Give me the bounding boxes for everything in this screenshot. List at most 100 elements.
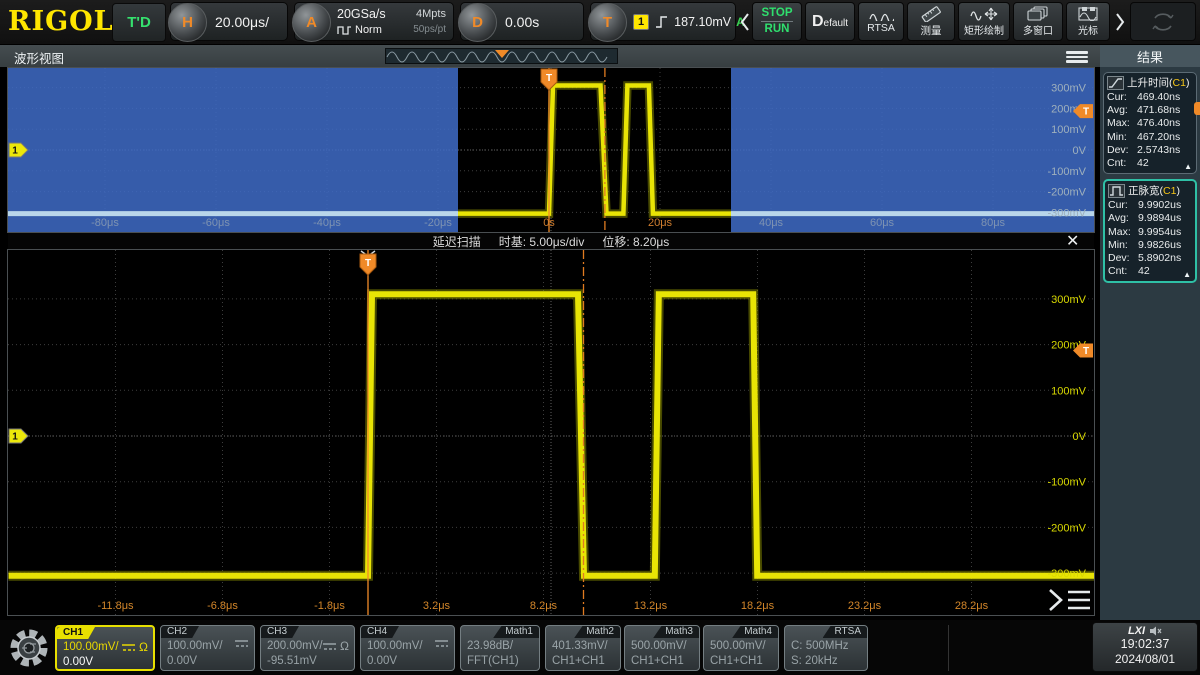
timebase-value: 20.00μs/: [215, 13, 269, 30]
stacked-windows-icon: [1027, 6, 1048, 21]
sample-resolution: 50ps/pt: [413, 24, 446, 35]
toolbar-scroll-right-icon[interactable]: [1114, 11, 1126, 33]
acquire-button[interactable]: A 20GSa/s Norm 4Mpts 50ps/pt: [292, 2, 454, 42]
collapse-card-icon[interactable]: ▲: [1183, 270, 1191, 279]
time-axis-label: 8.2μs: [530, 600, 558, 612]
stop-run-button[interactable]: STOP RUN: [752, 2, 802, 41]
pulse-width-icon: [1108, 183, 1125, 198]
math2-box[interactable]: Math2 401.33mV/ CH1+CH1: [545, 625, 621, 671]
trigger-level-value: 187.10mV: [674, 14, 732, 29]
waveform-view-titlebar: 波形视图: [0, 45, 1100, 67]
math3-source: CH1+CH1: [631, 655, 684, 667]
stop-label: STOP: [761, 7, 793, 19]
ch2-tab: CH2: [161, 626, 200, 638]
channel-box-ch2[interactable]: CH2 100.00mV/ 0.00V: [160, 625, 255, 671]
collapse-card-icon[interactable]: ▲: [1184, 162, 1192, 171]
memory-depth: 4Mpts: [416, 8, 446, 20]
rect-draw-button[interactable]: 矩形绘制: [958, 2, 1010, 41]
multi-window-button[interactable]: 多窗口: [1013, 2, 1063, 41]
measurement-card-rise-time[interactable]: 上升时间(C1) Cur: 469.40ns Avg: 471.68ns Max: 476…: [1103, 72, 1197, 175]
ch4-tab: CH4: [361, 626, 400, 638]
acquire-mode: Norm: [355, 24, 382, 36]
rtsa-box[interactable]: RTSA C: 500MHz S: 20kHz: [784, 625, 868, 671]
svg-text:T: T: [546, 73, 552, 84]
math3-scale: 500.00mV/: [631, 640, 687, 652]
timebase-overview-strip[interactable]: [385, 48, 618, 64]
volt-axis-label: -300mV: [1047, 207, 1086, 219]
ch3-tab: CH3: [261, 626, 300, 638]
measurement-row: Max: 476.40ns: [1107, 117, 1181, 130]
impedance-icon: Ω: [139, 640, 148, 654]
math1-tab: Math1: [493, 626, 539, 638]
measure-button[interactable]: 测量: [907, 2, 955, 41]
time-axis-label: 40μs: [759, 217, 784, 229]
dc-coupling-icon: [122, 643, 136, 651]
svg-text:T: T: [1083, 346, 1089, 357]
svg-text:1: 1: [12, 146, 18, 157]
horizontal-timebase-button[interactable]: H 20.00μs/: [168, 2, 288, 42]
zoom-shade-left[interactable]: [8, 68, 458, 232]
measurement-row: Avg: 471.68ns: [1107, 104, 1181, 117]
measurement-row: Dev: 5.8902ns: [1108, 252, 1182, 265]
time-axis-label: -60μs: [202, 217, 230, 229]
cursor-button[interactable]: 光标: [1066, 2, 1110, 41]
rising-edge-icon: [656, 15, 668, 28]
channel-box-ch3[interactable]: CH3 200.00mV/ Ω -95.51mV: [260, 625, 355, 671]
default-button[interactable]: Default: [805, 2, 855, 41]
trigger-settings-button[interactable]: T 1 187.10mV A: [588, 2, 745, 42]
measurement-row: Cnt: 42: [1108, 265, 1150, 278]
measurement-card-pulse-width[interactable]: 正脉宽(C1) Cur: 9.9902us Avg: 9.9894us Max: 9.99…: [1103, 179, 1197, 284]
run-label: RUN: [761, 21, 793, 37]
rtsa-button[interactable]: RTSA: [858, 2, 904, 41]
math1-scale: 23.98dB/: [467, 640, 514, 652]
system-date: 2024/08/01: [1114, 652, 1176, 666]
close-delayed-sweep-icon[interactable]: ✕: [1066, 231, 1079, 251]
cursor-measure-icon: [1078, 7, 1098, 21]
system-status-box[interactable]: LXI 19:02:37 2024/08/01: [1092, 622, 1198, 672]
main-waveform-window[interactable]: -11.8μs -6.8μs -1.8μs 3.2μs 8.2μs 13.2μs 18.2μ…: [7, 249, 1096, 616]
volt-axis-label: -200mV: [1047, 522, 1086, 534]
circular-arrows-icon: [1152, 12, 1174, 31]
channel-box-ch4[interactable]: CH4 100.00mV/ 0.00V: [360, 625, 455, 671]
horizontal-knob[interactable]: H: [168, 3, 207, 42]
system-time: 19:02:37: [1120, 637, 1170, 651]
math3-box[interactable]: Math3 500.00mV/ CH1+CH1: [624, 625, 700, 671]
volt-axis-label: 0V: [1073, 145, 1087, 157]
rigol-logo: RIGOL: [8, 6, 114, 37]
sample-rate: 20GSa/s: [337, 7, 386, 21]
settings-gear-button[interactable]: [6, 625, 52, 671]
trigger-knob[interactable]: T: [588, 3, 627, 42]
volt-axis-label: 300mV: [1051, 294, 1087, 306]
measurement-row: Cur: 469.40ns: [1107, 91, 1181, 103]
volt-axis-label: -100mV: [1047, 166, 1086, 178]
acquire-knob[interactable]: A: [292, 3, 331, 42]
zoom-shade-right[interactable]: [731, 68, 1094, 232]
volt-axis-label: -300mV: [1047, 568, 1086, 580]
trigger-status-button[interactable]: T'D: [112, 3, 166, 42]
channel-box-ch1[interactable]: CH1 100.00mV/ Ω 0.00V: [55, 625, 155, 671]
main-waveform-plot[interactable]: -11.8μs -6.8μs -1.8μs 3.2μs 8.2μs 13.2μs 18.2μ…: [8, 250, 1096, 615]
math1-box[interactable]: Math1 23.98dB/ FFT(CH1): [460, 625, 540, 671]
time-axis-label: 20μs: [648, 217, 673, 229]
top-toolbar: RIGOL T'D H 20.00μs/ A 20GSa/s Norm 4Mpt…: [0, 0, 1200, 45]
time-axis-label: 60μs: [870, 217, 895, 229]
measurement-row: Max: 9.9954us: [1108, 225, 1182, 238]
delay-knob[interactable]: D: [458, 3, 497, 42]
ch2-offset: 0.00V: [167, 655, 198, 667]
time-axis-label: 18.2μs: [741, 600, 775, 612]
delay-position-button[interactable]: D 0.00s: [458, 2, 584, 42]
view-menu-icon[interactable]: [1066, 49, 1088, 64]
ch4-scale: 100.00mV/: [367, 640, 423, 652]
delayed-sweep-label: 延迟扫描: [432, 234, 481, 249]
ch3-scale: 200.00mV/: [267, 640, 323, 652]
volt-axis-label: 100mV: [1051, 124, 1087, 136]
upper-waveform-plot[interactable]: -80μs -60μs -40μs -20μs 0s 20μs 40μs 60μs 80μs 30…: [8, 68, 1094, 232]
loop-record-button-disabled: [1130, 2, 1196, 41]
time-axis-label: -20μs: [424, 217, 452, 229]
math4-box[interactable]: Math4 500.00mV/ CH1+CH1: [703, 625, 779, 671]
trigger-level-edge-marker[interactable]: [1194, 102, 1200, 115]
trigger-source-badge: 1: [633, 13, 650, 30]
upper-waveform-window[interactable]: -80μs -60μs -40μs -20μs 0s 20μs 40μs 60μs 80μs 30…: [7, 67, 1095, 233]
time-axis-label: 80μs: [981, 217, 1006, 229]
toolbar-scroll-left-icon[interactable]: [739, 11, 751, 33]
